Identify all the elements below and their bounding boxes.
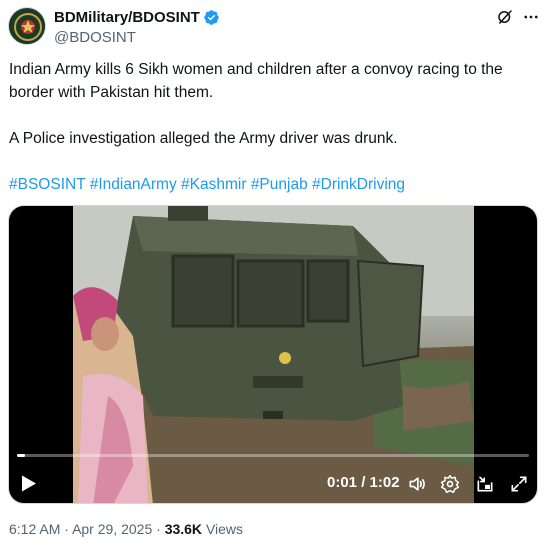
tweet-text: Indian Army kills 6 Sikh women and child… bbox=[9, 58, 537, 196]
military-emblem-icon bbox=[10, 9, 45, 44]
hashtag-link[interactable]: #Punjab bbox=[251, 176, 308, 193]
views-label: Views bbox=[205, 521, 244, 537]
tweet-time[interactable]: 6:12 AM bbox=[9, 521, 60, 537]
video-controls: 0:01 / 1:02 bbox=[9, 468, 537, 498]
author-handle[interactable]: @BDOSINT bbox=[54, 28, 220, 48]
verified-badge-icon bbox=[204, 9, 219, 25]
tweet-paragraph: A Police investigation alleged the Army … bbox=[9, 130, 398, 147]
views-count: 33.6K bbox=[164, 521, 203, 537]
video-progress-bar[interactable] bbox=[17, 454, 529, 457]
more-options-icon[interactable] bbox=[522, 8, 540, 26]
video-still-image bbox=[73, 206, 474, 503]
video-player[interactable]: 0:01 / 1:02 bbox=[8, 205, 538, 504]
volume-icon[interactable] bbox=[407, 474, 427, 494]
tweet-paragraph: Indian Army kills 6 Sikh women and child… bbox=[9, 61, 503, 101]
hashtag-link[interactable]: #BSOSINT bbox=[9, 176, 85, 193]
video-time-display: 0:01 / 1:02 bbox=[327, 474, 400, 491]
avatar[interactable] bbox=[8, 7, 46, 45]
grok-icon[interactable] bbox=[496, 8, 514, 26]
settings-icon[interactable] bbox=[440, 474, 460, 494]
play-icon[interactable] bbox=[21, 475, 37, 492]
video-progress-fill bbox=[17, 454, 26, 457]
meta-separator: · bbox=[156, 521, 161, 537]
tweet-date[interactable]: Apr 29, 2025 bbox=[72, 521, 152, 537]
tweet-header: BDMilitary/BDOSINT @BDOSINT bbox=[8, 7, 542, 47]
hashtag-list: #BSOSINT #IndianArmy #Kashmir #Punjab #D… bbox=[9, 173, 537, 196]
fullscreen-icon[interactable] bbox=[509, 474, 529, 494]
pip-icon[interactable] bbox=[475, 474, 495, 494]
hashtag-link[interactable]: #Kashmir bbox=[181, 176, 246, 193]
author-display-name[interactable]: BDMilitary/BDOSINT bbox=[54, 9, 200, 26]
meta-separator: · bbox=[64, 521, 69, 537]
tweet-meta: 6:12 AM · Apr 29, 2025 · 33.6K Views bbox=[9, 521, 243, 537]
video-frame[interactable] bbox=[73, 206, 474, 503]
hashtag-link[interactable]: #IndianArmy bbox=[90, 176, 177, 193]
hashtag-link[interactable]: #DrinkDriving bbox=[312, 176, 405, 193]
